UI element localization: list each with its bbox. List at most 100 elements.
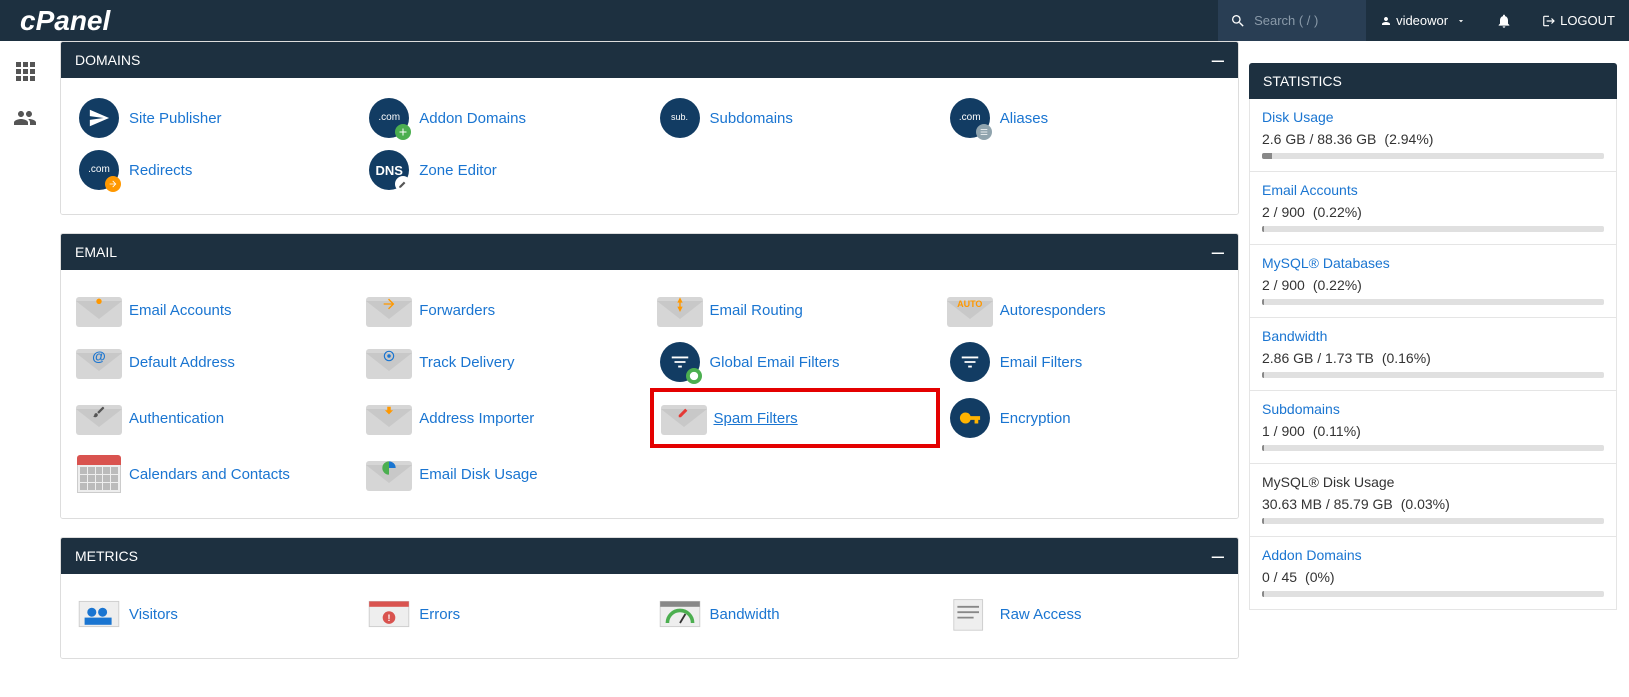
email-routing-icon	[657, 293, 703, 327]
app-track-delivery[interactable]: Track Delivery	[359, 336, 649, 388]
search-input[interactable]	[1254, 13, 1354, 28]
sidebar-users[interactable]	[13, 106, 37, 133]
app-label: Address Importer	[419, 410, 534, 427]
stat-title[interactable]: MySQL® Databases	[1262, 255, 1604, 271]
progress-bar	[1262, 299, 1604, 305]
app-label: Calendars and Contacts	[129, 466, 290, 483]
app-label: Email Filters	[1000, 354, 1083, 371]
bandwidth-icon	[656, 594, 704, 634]
email-accounts-icon	[76, 293, 122, 327]
search-icon	[1230, 13, 1246, 29]
app-email-disk[interactable]: Email Disk Usage	[359, 448, 649, 500]
app-label: Aliases	[1000, 110, 1048, 127]
progress-bar	[1262, 153, 1604, 159]
panel-email: EMAIL – Email Accounts Forwarders Email	[60, 233, 1239, 519]
sidebar	[0, 41, 50, 697]
app-forwarders[interactable]: Forwarders	[359, 284, 649, 336]
app-label: Spam Filters	[714, 410, 798, 427]
redirects-icon: .com	[79, 150, 119, 190]
stat-block: Addon Domains 0 / 45(0%)	[1249, 537, 1617, 610]
logout-icon	[1542, 14, 1556, 28]
app-address-importer[interactable]: Address Importer	[359, 388, 649, 448]
stat-block: MySQL® Databases2 / 900(0.22%)	[1249, 245, 1617, 318]
subdomains-icon: sub.	[660, 98, 700, 138]
app-addon-domains[interactable]: .com Addon Domains	[359, 92, 649, 144]
stat-values: 1 / 900(0.11%)	[1262, 423, 1604, 439]
collapse-icon[interactable]: –	[1212, 549, 1224, 563]
app-label: Email Accounts	[129, 302, 232, 319]
panel-domains: DOMAINS – Site Publisher .com Addon Doma…	[60, 41, 1239, 215]
app-aliases[interactable]: .com Aliases	[940, 92, 1230, 144]
app-global-filters[interactable]: Global Email Filters	[650, 336, 940, 388]
default-address-icon: @	[76, 345, 122, 379]
panel-body-email: Email Accounts Forwarders Email Routing …	[61, 270, 1238, 518]
stat-title[interactable]: Bandwidth	[1262, 328, 1604, 344]
collapse-icon[interactable]: –	[1212, 245, 1224, 259]
app-default-address[interactable]: @ Default Address	[69, 336, 359, 388]
stat-block: Disk Usage2.6 GB / 88.36 GB(2.94%)	[1249, 99, 1617, 172]
stat-block: Bandwidth 2.86 GB / 1.73 TB(0.16%)	[1249, 318, 1617, 391]
layout: DOMAINS – Site Publisher .com Addon Doma…	[0, 41, 1629, 697]
logout-button[interactable]: LOGOUT	[1528, 0, 1629, 41]
raw-access-icon	[946, 594, 994, 634]
app-calendars[interactable]: Calendars and Contacts	[69, 448, 359, 500]
app-spam-filters[interactable]: Spam Filters	[650, 388, 940, 448]
stat-title[interactable]: Email Accounts	[1262, 182, 1604, 198]
app-autoresponders[interactable]: AUTO Autoresponders	[940, 284, 1230, 336]
app-visitors[interactable]: Visitors	[69, 588, 359, 640]
panel-metrics: METRICS – Visitors ! Errors Bandwidth	[60, 537, 1239, 659]
stat-title[interactable]: Addon Domains	[1262, 547, 1604, 563]
global-filters-icon	[660, 342, 700, 382]
logout-label: LOGOUT	[1560, 13, 1615, 28]
app-label: Global Email Filters	[710, 354, 840, 371]
panel-header-metrics[interactable]: METRICS –	[61, 538, 1238, 574]
app-errors[interactable]: ! Errors	[359, 588, 649, 640]
app-subdomains[interactable]: sub. Subdomains	[650, 92, 940, 144]
svg-text:!: !	[388, 613, 391, 623]
search-wrapper[interactable]	[1218, 0, 1366, 41]
panel-header-email[interactable]: EMAIL –	[61, 234, 1238, 270]
user-menu-button[interactable]: videowor	[1366, 0, 1480, 41]
stat-title[interactable]: Subdomains	[1262, 401, 1604, 417]
app-email-filters[interactable]: Email Filters	[940, 336, 1230, 388]
stat-values: 0 / 45(0%)	[1262, 569, 1604, 585]
app-label: Subdomains	[710, 110, 793, 127]
app-email-routing[interactable]: Email Routing	[650, 284, 940, 336]
app-bandwidth[interactable]: Bandwidth	[650, 588, 940, 640]
stat-title[interactable]: Disk Usage	[1262, 109, 1604, 125]
stats-header: STATISTICS	[1249, 63, 1617, 99]
app-authentication[interactable]: Authentication	[69, 388, 359, 448]
address-importer-icon	[366, 401, 412, 435]
app-label: Email Routing	[710, 302, 803, 319]
app-label: Raw Access	[1000, 606, 1082, 623]
collapse-icon[interactable]: –	[1212, 53, 1224, 67]
app-email-accounts[interactable]: Email Accounts	[69, 284, 359, 336]
app-encryption[interactable]: Encryption	[940, 388, 1230, 448]
app-label: Addon Domains	[419, 110, 526, 127]
stat-values: 2.86 GB / 1.73 TB(0.16%)	[1262, 350, 1604, 366]
calendars-icon	[77, 455, 121, 493]
visitors-icon	[75, 594, 123, 634]
main-content: DOMAINS – Site Publisher .com Addon Doma…	[50, 41, 1249, 697]
panel-body-domains: Site Publisher .com Addon Domains sub. S…	[61, 78, 1238, 214]
app-site-publisher[interactable]: Site Publisher	[69, 92, 359, 144]
notifications-button[interactable]	[1480, 0, 1528, 41]
app-label: Redirects	[129, 162, 192, 179]
topbar-right: videowor LOGOUT	[1218, 0, 1629, 41]
sidebar-home[interactable]	[13, 59, 37, 86]
app-label: Forwarders	[419, 302, 495, 319]
progress-bar	[1262, 445, 1604, 451]
panel-header-domains[interactable]: DOMAINS –	[61, 42, 1238, 78]
app-redirects[interactable]: .com Redirects	[69, 144, 359, 196]
app-label: Email Disk Usage	[419, 466, 537, 483]
app-label: Track Delivery	[419, 354, 514, 371]
track-delivery-icon	[366, 345, 412, 379]
autoresponders-icon: AUTO	[947, 293, 993, 327]
stat-block: MySQL® Disk Usage30.63 MB / 85.79 GB(0.0…	[1249, 464, 1617, 537]
panel-title: EMAIL	[75, 244, 117, 260]
progress-bar	[1262, 372, 1604, 378]
app-raw-access[interactable]: Raw Access	[940, 588, 1230, 640]
logo[interactable]: cPanel	[0, 5, 130, 37]
errors-icon: !	[365, 594, 413, 634]
app-zone-editor[interactable]: DNS Zone Editor	[359, 144, 649, 196]
